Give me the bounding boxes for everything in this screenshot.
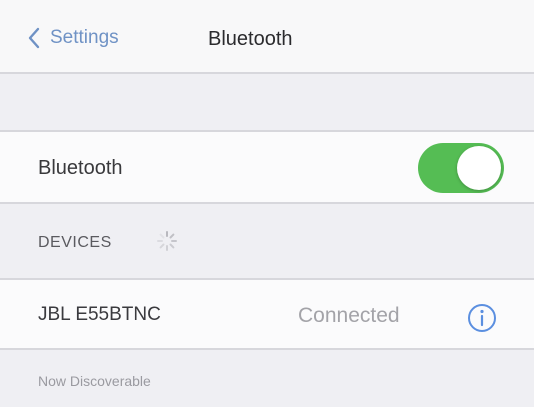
devices-section-header: DEVICES (0, 204, 534, 280)
device-status: Connected (298, 304, 400, 327)
back-button-label: Settings (50, 27, 119, 48)
page-title: Bluetooth (208, 28, 293, 50)
toggle-knob (457, 146, 501, 190)
bluetooth-toggle[interactable] (418, 143, 504, 193)
device-name: JBL E55BTNC (38, 304, 161, 325)
navigation-bar: Settings Bluetooth (0, 0, 534, 74)
bluetooth-settings-screen: Settings Bluetooth Bluetooth DEVICES JBL… (0, 0, 534, 407)
back-button[interactable]: Settings (26, 27, 119, 49)
device-row[interactable]: JBL E55BTNC (0, 280, 534, 350)
bluetooth-label: Bluetooth (38, 157, 123, 179)
devices-header-label: DEVICES (38, 234, 112, 251)
discoverable-footer: Now Discoverable (38, 373, 151, 389)
chevron-left-icon (28, 27, 40, 49)
spinner-icon (157, 231, 177, 251)
info-icon[interactable] (466, 302, 498, 334)
group-spacer (0, 74, 534, 132)
